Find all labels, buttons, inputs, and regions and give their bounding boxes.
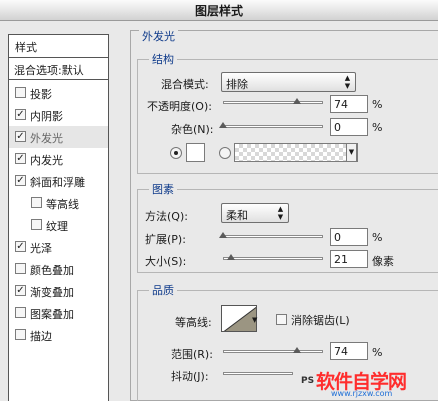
jitter-label: 抖动(J): xyxy=(171,370,209,383)
opacity-slider-thumb[interactable] xyxy=(293,98,301,104)
sidebar-item-checkbox[interactable]: ✓ xyxy=(15,153,26,164)
sidebar-item-checkbox[interactable] xyxy=(15,87,26,98)
sidebar-item-label: 图案叠加 xyxy=(30,308,74,321)
size-label: 大小(S): xyxy=(145,255,187,268)
sidebar-item-checkbox[interactable] xyxy=(31,219,42,230)
noise-input[interactable]: 0 xyxy=(330,118,368,136)
method-label: 方法(Q): xyxy=(145,210,188,223)
sidebar-item[interactable]: ✓ 外发光 xyxy=(9,126,108,148)
sidebar-item-checkbox[interactable] xyxy=(15,263,26,274)
sidebar-item[interactable]: 纹理 xyxy=(9,214,108,236)
watermark-ps: PS xyxy=(301,376,315,386)
antialias-checkbox[interactable] xyxy=(276,314,287,325)
opacity-slider-track[interactable] xyxy=(223,101,323,104)
sidebar-item-label: 投影 xyxy=(30,88,52,101)
contour-label: 等高线: xyxy=(175,316,212,329)
glow-color-swatch[interactable] xyxy=(186,143,205,162)
contour-dropdown-icon[interactable]: ▼ xyxy=(252,316,257,324)
gradient-radio[interactable] xyxy=(219,147,231,159)
sidebar-blend-options[interactable]: 混合选项:默认 xyxy=(9,58,108,80)
blend-mode-select[interactable]: 排除 ▲ ▼ xyxy=(221,72,356,92)
gradient-dropdown-icon[interactable]: ▼ xyxy=(346,143,357,162)
quality-title: 品质 xyxy=(149,282,177,298)
sidebar-item-checkbox[interactable]: ✓ xyxy=(15,131,26,142)
antialias-label: 消除锯齿(L) xyxy=(291,314,350,327)
range-input[interactable]: 74 xyxy=(330,342,368,360)
structure-title: 结构 xyxy=(149,51,177,67)
noise-slider-thumb[interactable] xyxy=(219,122,227,128)
size-unit: 像素 xyxy=(372,255,394,268)
spread-slider-thumb[interactable] xyxy=(219,232,227,238)
size-input[interactable]: 21 xyxy=(330,250,368,268)
sidebar-item[interactable]: 图案叠加 xyxy=(9,302,108,324)
sidebar-item-label: 内发光 xyxy=(30,154,63,167)
sidebar-item-label: 斜面和浮雕 xyxy=(30,176,85,189)
size-slider-thumb[interactable] xyxy=(227,254,235,260)
sidebar-item-label: 渐变叠加 xyxy=(30,286,74,299)
sidebar-item-label: 颜色叠加 xyxy=(30,264,74,277)
opacity-label: 不透明度(O): xyxy=(147,100,212,113)
sidebar-item[interactable]: 投影 xyxy=(9,82,108,104)
sidebar-item[interactable]: ✓ 渐变叠加 xyxy=(9,280,108,302)
noise-label: 杂色(N): xyxy=(171,123,214,136)
sidebar-item[interactable]: ✓ 内阴影 xyxy=(9,104,108,126)
sidebar-item-label: 外发光 xyxy=(30,132,63,145)
range-slider-track[interactable] xyxy=(223,350,323,353)
watermark-url: www.rjzxw.com xyxy=(331,389,393,398)
sidebar-item-checkbox[interactable] xyxy=(31,197,42,208)
spread-label: 扩展(P): xyxy=(145,233,186,246)
sidebar-item-checkbox[interactable]: ✓ xyxy=(15,285,26,296)
elements-title: 图素 xyxy=(149,181,177,197)
spread-slider-track[interactable] xyxy=(223,235,323,238)
spread-unit: % xyxy=(372,231,383,244)
window-title: 图层样式 xyxy=(194,4,243,18)
gradient-preview[interactable] xyxy=(234,143,358,162)
size-slider-track[interactable] xyxy=(223,257,323,260)
sidebar-header[interactable]: 样式 xyxy=(9,35,108,58)
dropdown-arrows-icon: ▲ ▼ xyxy=(277,205,284,221)
solid-color-radio[interactable] xyxy=(170,147,182,159)
range-unit: % xyxy=(372,346,383,359)
sidebar-item-checkbox[interactable] xyxy=(15,329,26,340)
dropdown-arrows-icon: ▲ ▼ xyxy=(344,74,351,90)
sidebar-item-label: 等高线 xyxy=(46,198,79,211)
sidebar-item[interactable]: ✓ 光泽 xyxy=(9,236,108,258)
sidebar-item-checkbox[interactable]: ✓ xyxy=(15,241,26,252)
range-label: 范围(R): xyxy=(171,348,213,361)
sidebar-item-label: 内阴影 xyxy=(30,110,63,123)
styles-sidebar: 样式 混合选项:默认 投影 ✓ 内阴影 ✓ 外发光 ✓ 内发光 ✓ 斜面和浮雕等高线纹理 ✓ 光泽颜… xyxy=(8,34,109,401)
method-value: 柔和 xyxy=(226,209,248,222)
sidebar-item-label: 光泽 xyxy=(30,242,52,255)
sidebar-item-label: 纹理 xyxy=(46,220,68,233)
outer-glow-title: 外发光 xyxy=(139,28,178,44)
sidebar-item[interactable]: ✓ 内发光 xyxy=(9,148,108,170)
noise-unit: % xyxy=(372,121,383,134)
opacity-input[interactable]: 74 xyxy=(330,95,368,113)
method-select[interactable]: 柔和 ▲ ▼ xyxy=(221,203,289,223)
sidebar-item[interactable]: 描边 xyxy=(9,324,108,346)
sidebar-item-checkbox[interactable]: ✓ xyxy=(15,109,26,120)
sidebar-item[interactable]: ✓ 斜面和浮雕 xyxy=(9,170,108,192)
jitter-slider-track[interactable] xyxy=(223,372,293,375)
range-slider-thumb[interactable] xyxy=(293,347,301,353)
opacity-unit: % xyxy=(372,98,383,111)
blend-mode-value: 排除 xyxy=(226,78,248,91)
sidebar-item-checkbox[interactable]: ✓ xyxy=(15,175,26,186)
noise-slider-track[interactable] xyxy=(223,125,323,128)
sidebar-item-checkbox[interactable] xyxy=(15,307,26,318)
blend-mode-label: 混合模式: xyxy=(161,78,209,91)
sidebar-item[interactable]: 颜色叠加 xyxy=(9,258,108,280)
title-bar: 图层样式 xyxy=(0,0,438,21)
sidebar-item-label: 描边 xyxy=(30,330,52,343)
sidebar-item[interactable]: 等高线 xyxy=(9,192,108,214)
spread-input[interactable]: 0 xyxy=(330,228,368,246)
